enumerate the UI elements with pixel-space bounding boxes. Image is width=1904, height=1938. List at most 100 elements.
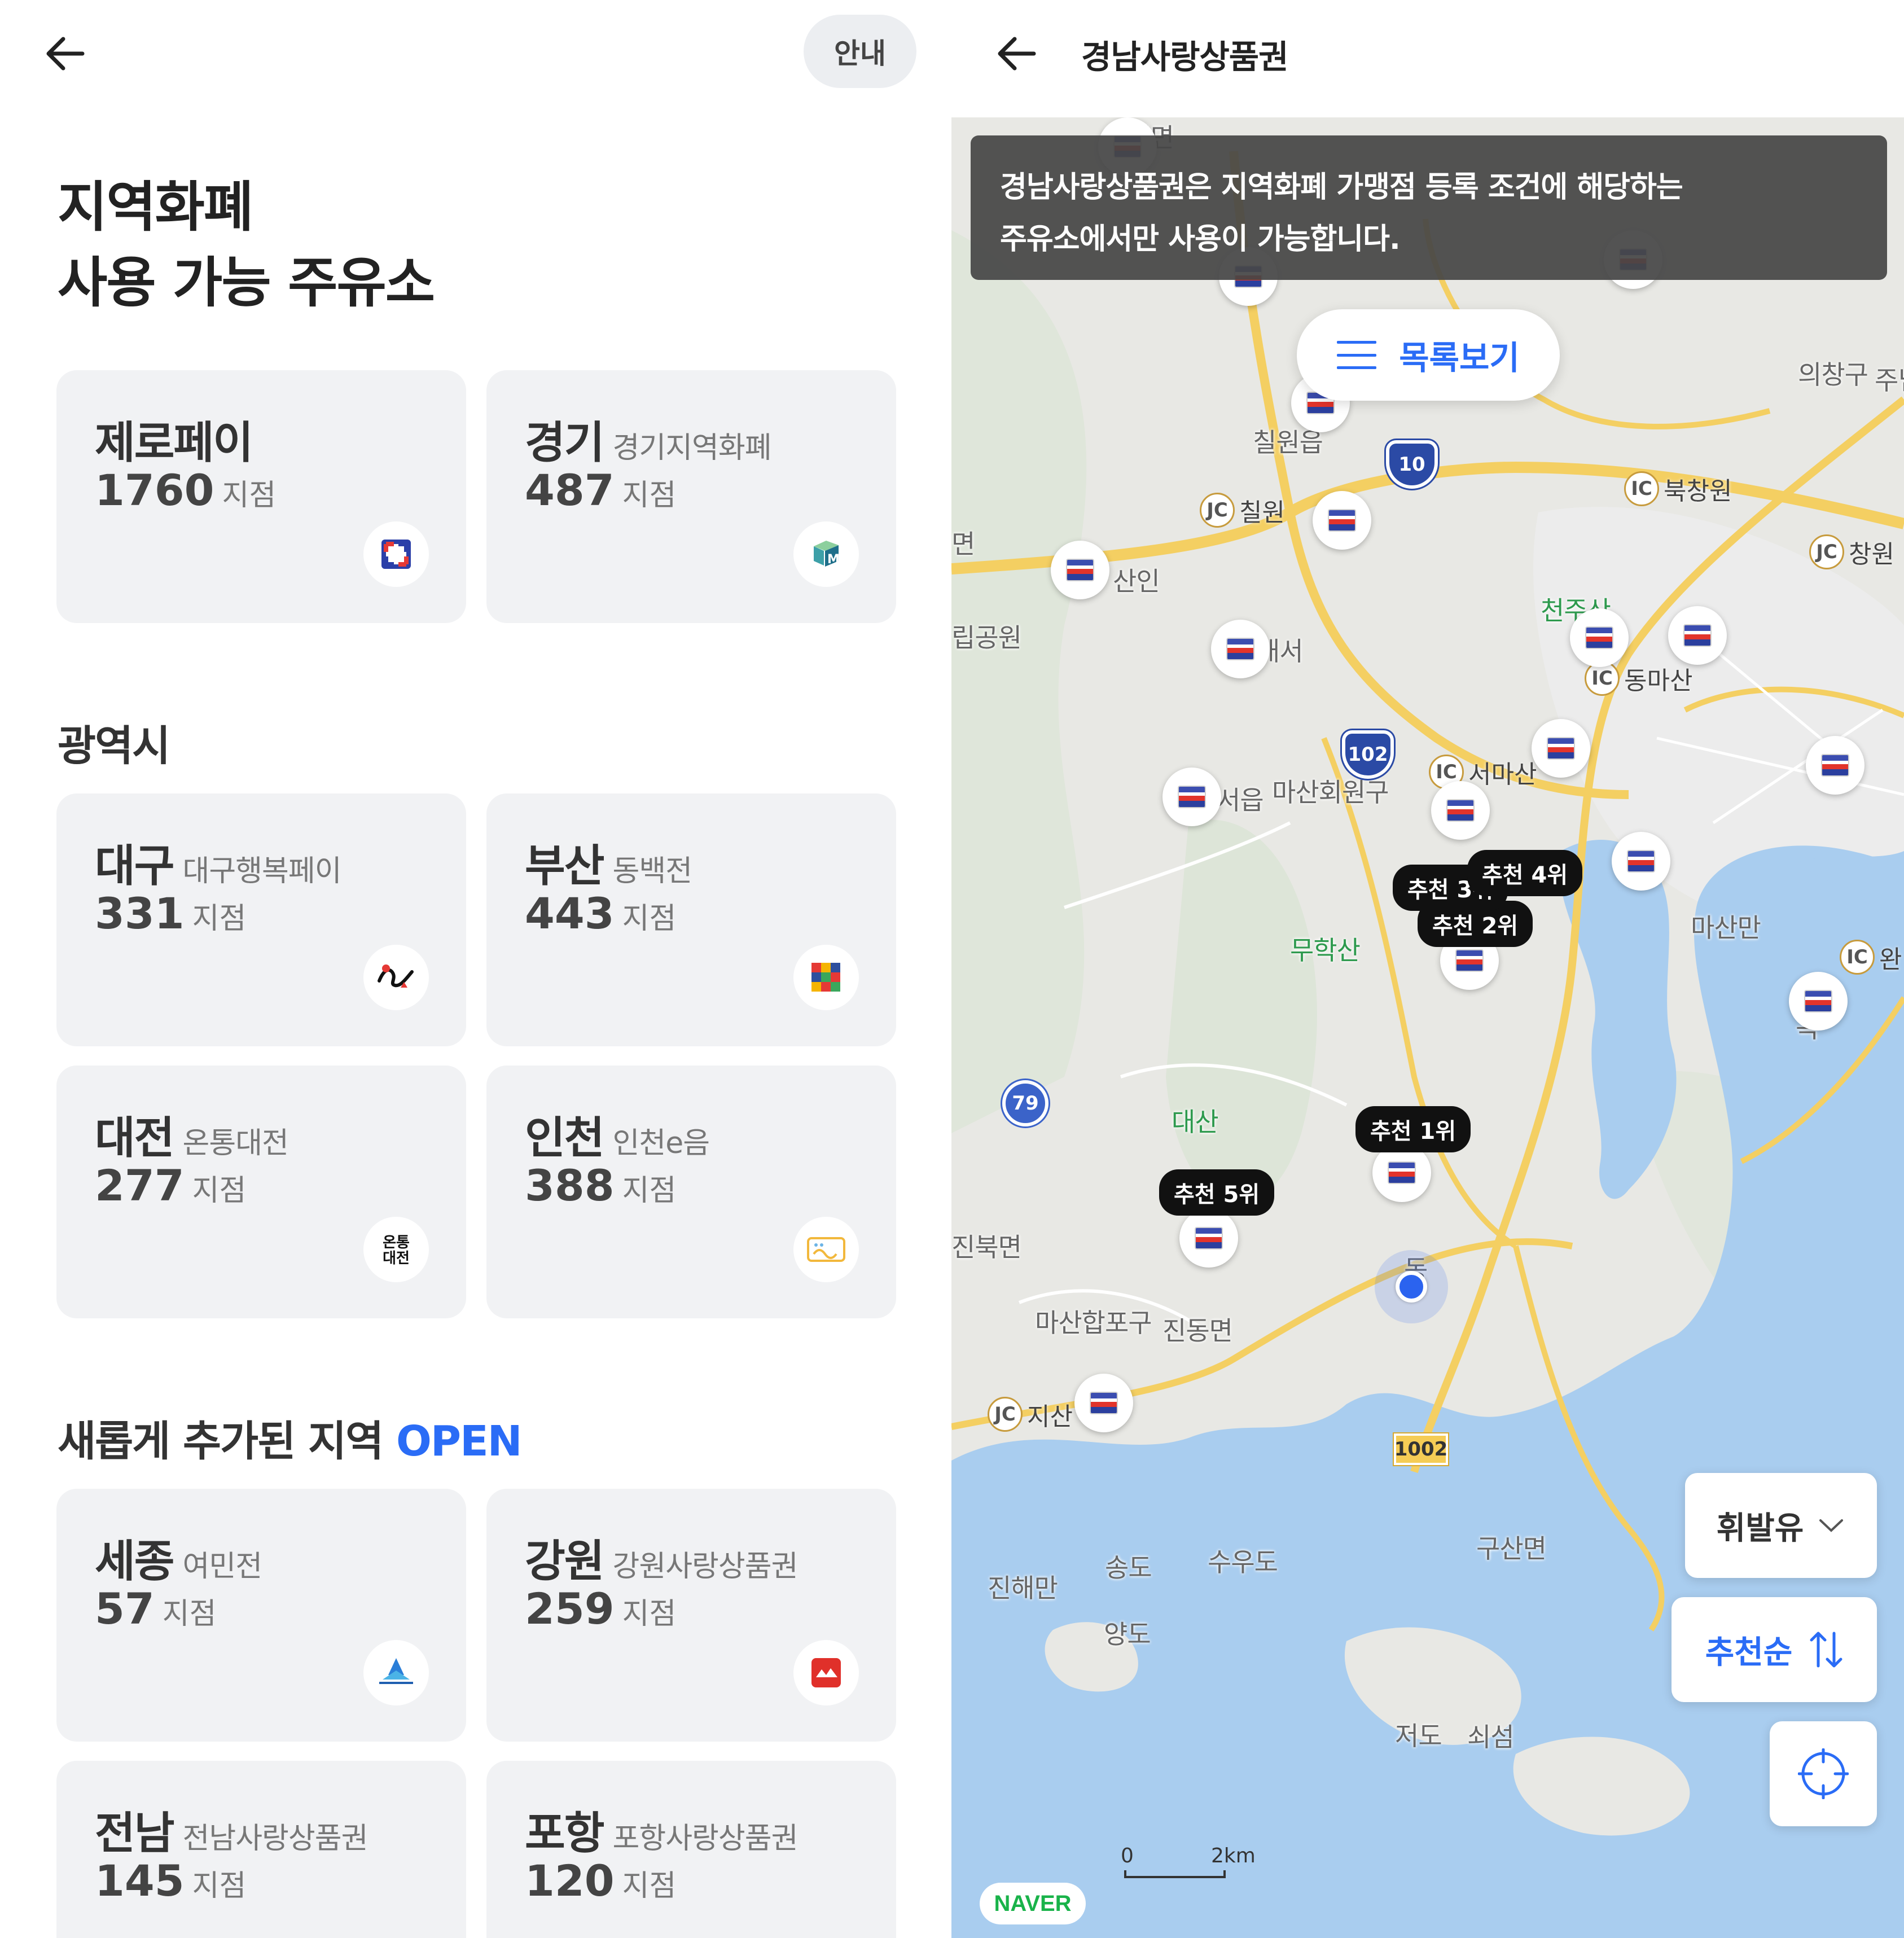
map-screen: 경남사랑상품권 칠원읍 의창구 주 면 산인 립공원 내서 천주산 서읍 마산회… [951, 0, 1904, 1938]
store-unit: 지점 [192, 902, 247, 936]
store-unit: 지점 [192, 1869, 247, 1903]
new-regions-section-title: 새롭게 추가된 지역 OPEN [58, 1408, 523, 1468]
open-badge: OPEN [396, 1417, 523, 1466]
naver-logo: NAVER [980, 1883, 1086, 1924]
current-location-dot [1375, 1250, 1448, 1323]
region-name: 강원 [525, 1536, 605, 1587]
store-unit: 지점 [222, 479, 277, 512]
place-label: 서읍 [1217, 785, 1264, 815]
back-arrow-icon [46, 37, 85, 71]
region-card-gyeonggi[interactable]: 경기 경기지역화폐 487 지점 M [486, 370, 896, 623]
fuel-type-select[interactable]: 휘발유 [1685, 1473, 1877, 1578]
region-card-pohang[interactable]: 포항 포항사랑상품권 120 지점 [486, 1761, 896, 1938]
gas-station-marker[interactable] [1179, 1209, 1238, 1268]
daejeon-logo-icon: 온통 대전 [363, 1217, 429, 1282]
sort-button[interactable]: 추천순 [1672, 1597, 1877, 1702]
page-title: 지역화폐 사용 가능 주유소 [58, 169, 435, 321]
page-title-line2: 사용 가능 주유소 [58, 251, 435, 314]
scale-end: 2km [1211, 1844, 1256, 1867]
place-label: 립공원 [951, 622, 1022, 653]
place-label: 진동면 [1162, 1316, 1233, 1346]
store-count: 120 [525, 1856, 615, 1906]
region-list-screen: 안내 지역화폐 사용 가능 주유소 제로페이 1760 지점 경기 경기지역화폐 4… [0, 0, 951, 1938]
store-count: 487 [525, 465, 615, 515]
region-name: 부산 [525, 841, 605, 892]
currency-name: 전남사랑상품권 [182, 1822, 368, 1856]
interchange-label: IC 서마산 [1425, 754, 1545, 790]
place-label: 송도 [1105, 1553, 1152, 1583]
place-label: 의창구 [1798, 359, 1868, 390]
gas-station-marker[interactable] [1570, 608, 1629, 667]
region-card-zeropay[interactable]: 제로페이 1760 지점 [56, 370, 466, 623]
interchange-label: JC 창원 [1806, 534, 1902, 570]
store-count: 259 [525, 1584, 615, 1634]
rank-label-4[interactable]: 추천 4위 [1467, 850, 1583, 896]
currency-name: 온통대전 [182, 1126, 289, 1160]
place-label: 쇠섬 [1467, 1722, 1515, 1752]
interchange-label: IC 북창원 [1621, 471, 1740, 507]
gas-station-marker[interactable] [1162, 768, 1221, 826]
rank-label-1[interactable]: 추천 1위 [1355, 1106, 1471, 1152]
gas-station-marker[interactable] [1806, 736, 1864, 795]
region-card-daejeon[interactable]: 대전 온통대전 277 지점 온통 대전 [56, 1066, 466, 1318]
region-card-busan[interactable]: 부산 동백전 443 지점 [486, 793, 896, 1046]
page-title-line1: 지역화폐 [58, 176, 253, 239]
gas-station-marker[interactable] [1051, 541, 1109, 599]
gas-station-marker[interactable] [1211, 620, 1270, 678]
route-shield: 1002 [1394, 1433, 1448, 1465]
list-view-button[interactable]: 목록보기 [1297, 309, 1560, 401]
gas-station-marker[interactable] [1668, 606, 1727, 665]
crosshair-icon [1798, 1748, 1849, 1799]
region-card-daegu[interactable]: 대구 대구행복페이 331 지점 [56, 793, 466, 1046]
currency-name: 동백전 [612, 854, 693, 888]
currency-name: 대구행복페이 [182, 854, 342, 888]
store-count: 57 [95, 1584, 155, 1634]
currency-name: 강원사랑상품권 [612, 1550, 799, 1584]
currency-name: 인천e음 [612, 1126, 710, 1160]
place-label: 무학산 [1290, 935, 1361, 966]
gas-station-marker[interactable] [1313, 491, 1371, 550]
place-label: 대산 [1172, 1107, 1219, 1137]
gas-station-marker[interactable] [1532, 719, 1590, 778]
store-unit: 지점 [622, 1869, 677, 1903]
busan-logo-icon [793, 945, 859, 1010]
region-name: 포항 [525, 1808, 605, 1859]
place-label: 진북면 [951, 1232, 1022, 1262]
svg-text:M: M [827, 553, 840, 567]
interchange-label: JC 칠원 [1196, 492, 1293, 528]
region-card-gangwon[interactable]: 강원 강원사랑상품권 259 지점 [486, 1489, 896, 1742]
store-unit: 지점 [192, 1174, 247, 1208]
gas-station-marker[interactable] [1431, 781, 1490, 840]
store-count: 388 [525, 1160, 615, 1211]
currency-name: 포항사랑상품권 [612, 1822, 799, 1856]
list-view-label: 목록보기 [1399, 339, 1520, 377]
notice-line2: 주유소에서만 사용이 가능합니다. [1000, 222, 1401, 256]
daegu-logo-icon [363, 945, 429, 1010]
gas-station-marker[interactable] [1612, 832, 1670, 891]
gyeonggi-logo-icon: M [793, 521, 859, 587]
region-card-incheon[interactable]: 인천 인천e음 388 지점 [486, 1066, 896, 1318]
my-location-button[interactable] [1770, 1721, 1877, 1826]
place-label: 수우도 [1208, 1547, 1278, 1577]
place-label: 마산합포구 [1035, 1308, 1152, 1338]
back-button[interactable] [40, 28, 90, 79]
region-card-jeonnam[interactable]: 전남 전남사랑상품권 145 지점 [56, 1761, 466, 1938]
guide-button[interactable]: 안내 [804, 15, 916, 88]
svg-text:대전: 대전 [383, 1250, 410, 1267]
map-view[interactable]: 칠서면 칠원읍 의창구 주님 면 산인 립공원 내서 천주산 서읍 마산회원구 … [951, 117, 1904, 1938]
store-count: 1760 [95, 465, 214, 515]
store-unit: 지점 [622, 1174, 677, 1208]
region-name: 제로페이 [95, 418, 253, 468]
map-title: 경남사랑상품권 [1081, 38, 1289, 76]
back-button[interactable] [991, 28, 1042, 79]
gas-station-marker[interactable] [1074, 1374, 1133, 1432]
store-unit: 지점 [622, 479, 677, 512]
scale-start: 0 [1121, 1844, 1134, 1867]
svg-text:온통: 온통 [383, 1234, 410, 1251]
store-count: 443 [525, 888, 615, 939]
gas-station-marker[interactable] [1789, 972, 1848, 1031]
region-card-sejong[interactable]: 세종 여민전 57 지점 [56, 1489, 466, 1742]
rank-label-5[interactable]: 추천 5위 [1159, 1169, 1275, 1216]
new-regions-title-text: 새롭게 추가된 지역 [58, 1417, 384, 1466]
store-count: 145 [95, 1856, 185, 1906]
